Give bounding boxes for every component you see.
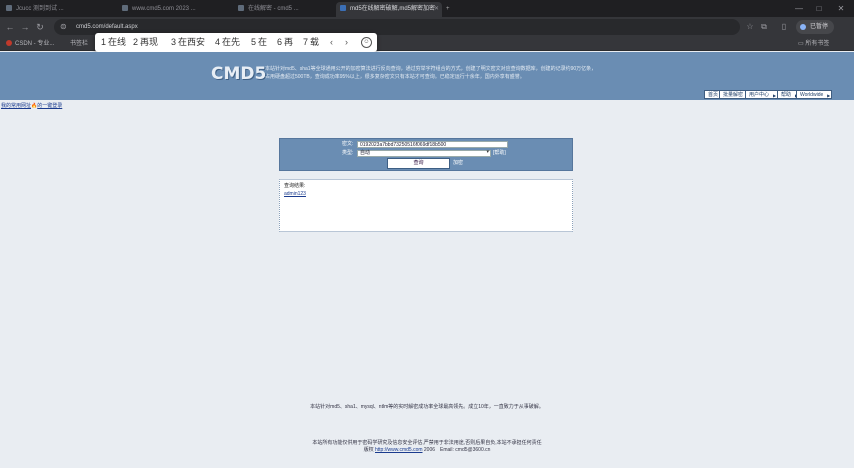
ime-candidate[interactable]: 7载: [303, 33, 319, 52]
result-value[interactable]: admin123: [284, 191, 306, 198]
bookmark-item[interactable]: 书签栏: [70, 37, 88, 51]
nav-worldwide[interactable]: Worldwide: [796, 90, 833, 100]
all-bookmarks[interactable]: ▭ 所有书签: [798, 37, 829, 51]
sidebar-icon[interactable]: ▯: [778, 21, 790, 33]
type-select[interactable]: 自动: [357, 150, 491, 157]
site-intro-line: 本站针对md5、sha1等全球通用公开的加密算法进行反向查询，通过穷举字符组合的…: [265, 66, 597, 72]
ime-candidate[interactable]: 4 在先: [215, 33, 240, 52]
browser-tab[interactable]: Jcucc 测到到试 ...: [6, 2, 116, 17]
back-icon[interactable]: ←: [4, 21, 16, 33]
browser-tab[interactable]: www.cmd5.com 2023 ...: [122, 2, 232, 17]
encrypt-link[interactable]: 加密: [453, 160, 463, 167]
csdn-icon: [6, 40, 12, 46]
reload-icon[interactable]: ↻: [34, 21, 46, 33]
site-intro: 本站针对md5、sha1等全球通用公开的加密算法进行反向查询，通过穷举字符组合的…: [265, 65, 685, 81]
ime-emoji-icon[interactable]: ☺: [361, 37, 372, 48]
close-window-icon[interactable]: ✕: [832, 0, 850, 17]
close-tab-icon[interactable]: ✕: [434, 2, 439, 17]
ime-candidate[interactable]: 2 再现: [133, 33, 158, 52]
favicon-icon: [6, 5, 12, 11]
footer-disclaimer: 本站所有功能仅供用于密码学研究及信息安全评估,严禁用于非法用途,否则后果自负,本…: [312, 440, 542, 446]
bookmark-item[interactable]: CSDN - 专业...: [6, 37, 54, 51]
contact-email: 2006 Email: cmd5@3600.cn: [423, 447, 491, 453]
result-box: [279, 179, 573, 232]
favicon-icon: [340, 5, 346, 11]
cipher-input[interactable]: [357, 141, 508, 148]
profile-button[interactable]: 已暂停: [796, 20, 835, 34]
site-url-link[interactable]: http://www.cmd5.com: [375, 447, 423, 453]
browser-tab[interactable]: 在线解密 - cmd5 ...: [238, 2, 333, 17]
favicon-icon: [238, 5, 244, 11]
ime-candidate[interactable]: 6再: [277, 33, 293, 52]
type-label: 类型:: [342, 150, 354, 156]
new-tab-button[interactable]: +: [446, 2, 458, 17]
help-link[interactable]: [帮助]: [493, 150, 506, 157]
cipher-label: 密文:: [342, 141, 354, 147]
result-title: 查询结果:: [284, 183, 306, 189]
type-select-value: 自动: [360, 150, 371, 156]
page-links: 我的常用网址🔥的一键登录: [1, 103, 62, 110]
browser-tab-active[interactable]: md5在线解密破解,md5解密加密 ✕: [336, 2, 442, 17]
favicon-icon: [122, 5, 128, 11]
star-icon[interactable]: ☆: [744, 21, 756, 33]
ime-candidate-window: 1 在线 2 再现 3 在西安 4 在先 5在 6再 7载 ‹ › ☺: [95, 33, 377, 52]
browser-tab-strip: Jcucc 测到到试 ... www.cmd5.com 2023 ... 在线解…: [0, 0, 854, 17]
ime-prev-icon[interactable]: ‹: [330, 33, 333, 52]
site-intro-line: 占用硬盘超过500TB，查询成功率95%以上，很多复杂密文只有本站才可查询。已稳…: [265, 74, 525, 80]
query-button[interactable]: 查询: [387, 158, 450, 169]
copyright-prefix: 版权: [363, 447, 374, 453]
ime-candidate[interactable]: 5在: [251, 33, 267, 52]
forward-icon[interactable]: →: [19, 21, 31, 33]
nav-user-center[interactable]: 用户中心: [745, 90, 779, 100]
footer-description: 本站针对md5、sha1、mysql、ntlm等的实时解密成功率全球最高领先。成…: [310, 404, 544, 410]
site-info-icon[interactable]: ⊜: [60, 22, 70, 32]
site-logo[interactable]: CMD5: [211, 64, 266, 84]
ime-next-icon[interactable]: ›: [345, 33, 348, 52]
minimize-icon[interactable]: —: [790, 0, 808, 17]
footer-copyright: 版权 http://www.cmd5.com 2006 Email: cmd5@…: [0, 447, 854, 454]
extensions-icon[interactable]: ⧉: [758, 21, 770, 33]
maximize-icon[interactable]: □: [810, 0, 828, 17]
login-link[interactable]: 的一键登录: [37, 103, 62, 109]
ime-candidate[interactable]: 1 在线: [101, 33, 126, 52]
ime-candidate[interactable]: 3 在西安: [171, 33, 205, 52]
favorites-link[interactable]: 我的常用网址: [1, 103, 31, 109]
